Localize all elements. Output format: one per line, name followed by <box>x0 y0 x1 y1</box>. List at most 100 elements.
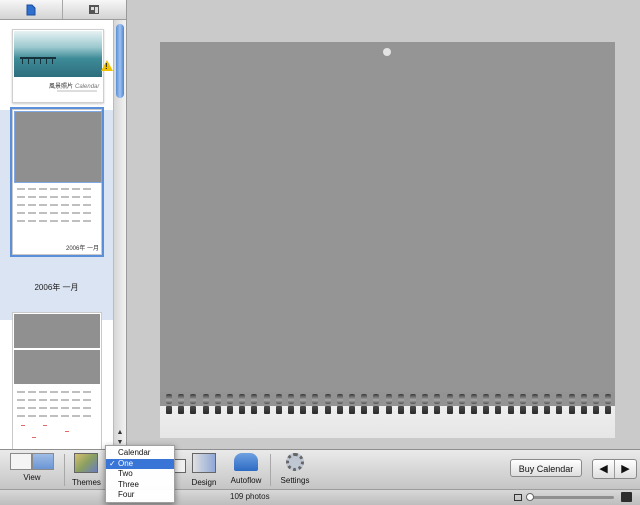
spiral-coil <box>397 394 404 404</box>
spiral-coil-base <box>532 406 538 414</box>
checkmark-icon: ✓ <box>109 458 116 468</box>
spiral-coil <box>178 394 185 404</box>
themes-icon <box>74 453 98 473</box>
hang-hole <box>383 48 391 56</box>
spiral-coil-base <box>251 406 258 414</box>
spiral-coil-base <box>458 406 465 414</box>
spiral-coil-base <box>446 406 453 414</box>
spiral-coil-base <box>471 406 477 414</box>
spiral-coil <box>422 394 429 404</box>
spiral-coil-base <box>556 406 563 414</box>
spiral-coil-base <box>580 406 587 414</box>
thumb-month-label: 2006年 一月 <box>65 246 99 252</box>
view-control: View <box>9 453 55 482</box>
arrow-left-icon: ◀ <box>599 463 608 475</box>
design-label: Design <box>191 478 217 487</box>
page-icon <box>26 4 36 15</box>
layout-menu-item[interactable]: Four <box>106 490 174 500</box>
page-thumbnail[interactable] <box>12 312 102 449</box>
spiral-coil-base <box>178 406 185 414</box>
spiral-coil-base <box>568 406 575 414</box>
layout-menu-item-label: Calendar <box>118 448 151 457</box>
calendar-canvas <box>127 0 640 449</box>
spiral-coil-base <box>324 406 331 414</box>
layout-menu-item[interactable]: Calendar <box>106 448 174 458</box>
spiral-coil <box>373 394 380 404</box>
spiral-coil-base <box>349 406 355 414</box>
spiral-coil <box>519 394 526 404</box>
buy-calendar-button[interactable]: Buy Calendar <box>510 459 582 477</box>
spiral-coil <box>227 394 233 404</box>
spiral-coil <box>495 394 502 404</box>
spiral-coil <box>532 394 538 404</box>
layout-menu-item-label: Three <box>118 479 139 489</box>
spiral-coil-base <box>275 406 282 414</box>
spiral-coil-base <box>483 406 490 414</box>
layout-menu-item-label: Four <box>118 490 135 499</box>
design-icon <box>192 453 216 473</box>
spiral-coil <box>275 394 282 404</box>
view-single-page-button[interactable] <box>10 453 32 470</box>
settings-button[interactable]: Settings <box>280 453 310 485</box>
page-thumbnail[interactable]: 2006年 一月 <box>10 107 104 257</box>
spiral-coil <box>239 394 246 404</box>
spiral-coil <box>288 394 294 404</box>
spiral-coil-base <box>434 406 441 414</box>
spiral-coil <box>507 394 514 404</box>
zoom-in-icon[interactable] <box>621 492 632 502</box>
zoom-slider-knob[interactable] <box>526 493 534 501</box>
zoom-out-icon[interactable] <box>514 494 522 501</box>
spiral-coil-base <box>239 406 246 414</box>
zoom-slider[interactable] <box>526 496 614 499</box>
themes-label: Themes <box>72 478 101 487</box>
layouts-icon <box>89 5 99 14</box>
cover-thumbnail[interactable]: ! 風景照片 Calendar <box>12 29 113 103</box>
view-label: View <box>23 473 41 482</box>
scroll-up-arrow-icon[interactable]: ▲ <box>114 429 126 439</box>
themes-button[interactable]: Themes <box>72 453 101 487</box>
next-page-button[interactable]: ▶ <box>615 460 636 478</box>
mini-calendar-grid <box>17 188 97 228</box>
view-two-page-button[interactable] <box>32 453 54 470</box>
spiral-coil-base <box>410 406 416 414</box>
spiral-coil <box>202 394 209 404</box>
spiral-coil <box>336 394 343 404</box>
calendar-page[interactable] <box>160 42 615 438</box>
layout-menu-item[interactable]: ✓ One <box>106 458 174 469</box>
spiral-coil <box>214 394 221 404</box>
page-navigation: ◀ ▶ <box>592 459 637 479</box>
bottom-toolbar: View Themes Design Autoflow Settings Buy… <box>0 449 640 490</box>
spiral-coil <box>312 394 319 404</box>
layout-menu: Calendar ✓ One Two Three Four <box>105 445 175 503</box>
spiral-coil-base <box>214 406 221 414</box>
spiral-coil-base <box>495 406 502 414</box>
spiral-coil-base <box>190 406 197 414</box>
spiral-coil-base <box>263 406 270 414</box>
layout-menu-item[interactable]: Two <box>106 469 174 479</box>
warning-icon[interactable]: ! <box>101 60 113 71</box>
spiral-coil <box>458 394 465 404</box>
mini-calendar-grid <box>17 391 97 423</box>
previous-page-button[interactable]: ◀ <box>593 460 615 478</box>
scrollbar-thumb[interactable] <box>116 24 124 98</box>
tab-layouts[interactable] <box>63 0 125 19</box>
layout-menu-item[interactable]: Three <box>106 480 174 490</box>
design-button[interactable]: Design <box>190 453 218 487</box>
spiral-coil <box>544 394 551 404</box>
spiral-coil <box>556 394 563 404</box>
photo-placeholder <box>14 350 100 384</box>
spiral-coil <box>385 394 392 404</box>
spiral-coil <box>446 394 453 404</box>
page-thumbnails: ! 風景照片 Calendar 2006年 一月 2006年 一月 <box>0 20 113 449</box>
autoflow-button[interactable]: Autoflow <box>229 453 263 485</box>
sidebar-scrollbar[interactable]: ▲ ▼ <box>113 20 126 449</box>
tab-pages[interactable] <box>0 0 63 19</box>
layout-menu-item-label: One <box>118 458 134 468</box>
sidebar-tabs <box>0 0 126 20</box>
page-caption: 2006年 一月 <box>34 283 79 292</box>
photo-placeholder <box>14 314 100 348</box>
settings-label: Settings <box>280 476 310 485</box>
spiral-coil <box>190 394 197 404</box>
spiral-coil-base <box>202 406 209 414</box>
spiral-coil <box>349 394 355 404</box>
